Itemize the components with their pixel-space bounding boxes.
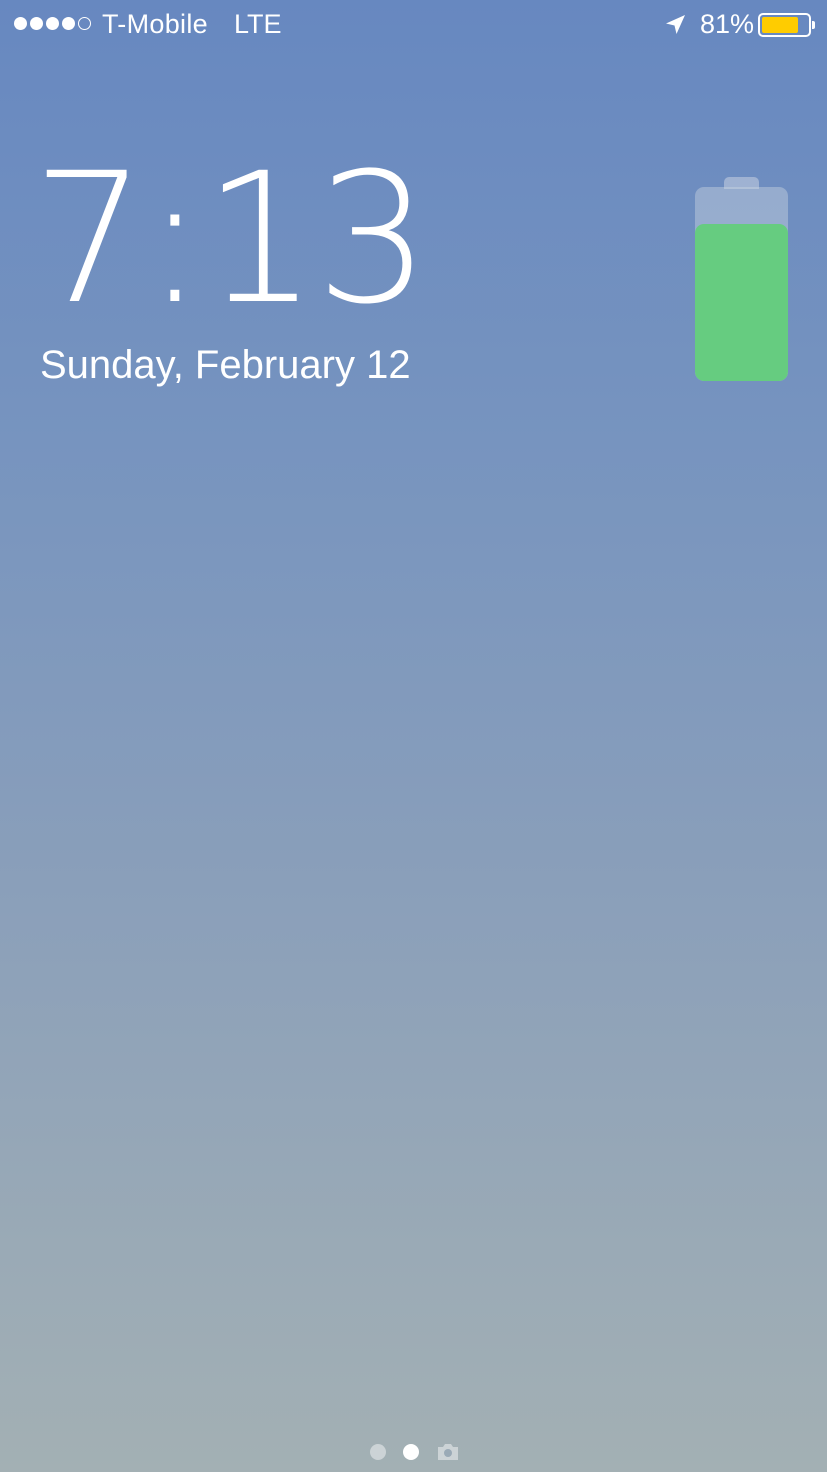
page-dot[interactable]: [370, 1444, 386, 1460]
battery-percentage: 81%: [700, 9, 755, 39]
location-arrow-icon: [666, 15, 685, 34]
signal-strength-icon: [14, 17, 91, 30]
carrier-name: T-Mobile: [102, 9, 208, 39]
signal-dot: [46, 17, 59, 30]
signal-dot: [14, 17, 27, 30]
lock-screen-time: 7:13: [32, 135, 430, 344]
page-indicator[interactable]: [370, 1440, 460, 1464]
camera-icon[interactable]: [436, 1442, 460, 1462]
status-bar: T-Mobile LTE 81%: [0, 0, 827, 50]
charging-battery-icon: [695, 177, 788, 382]
charging-battery-level: [695, 223, 788, 381]
signal-dot: [30, 17, 43, 30]
page-dot[interactable]: [403, 1444, 419, 1460]
signal-dot: [78, 17, 91, 30]
battery-level-fill: [762, 17, 798, 33]
signal-dot: [62, 17, 75, 30]
network-type: LTE: [234, 9, 282, 39]
lock-screen-date: Sunday, February 12: [40, 343, 411, 387]
battery-icon: [758, 13, 815, 37]
